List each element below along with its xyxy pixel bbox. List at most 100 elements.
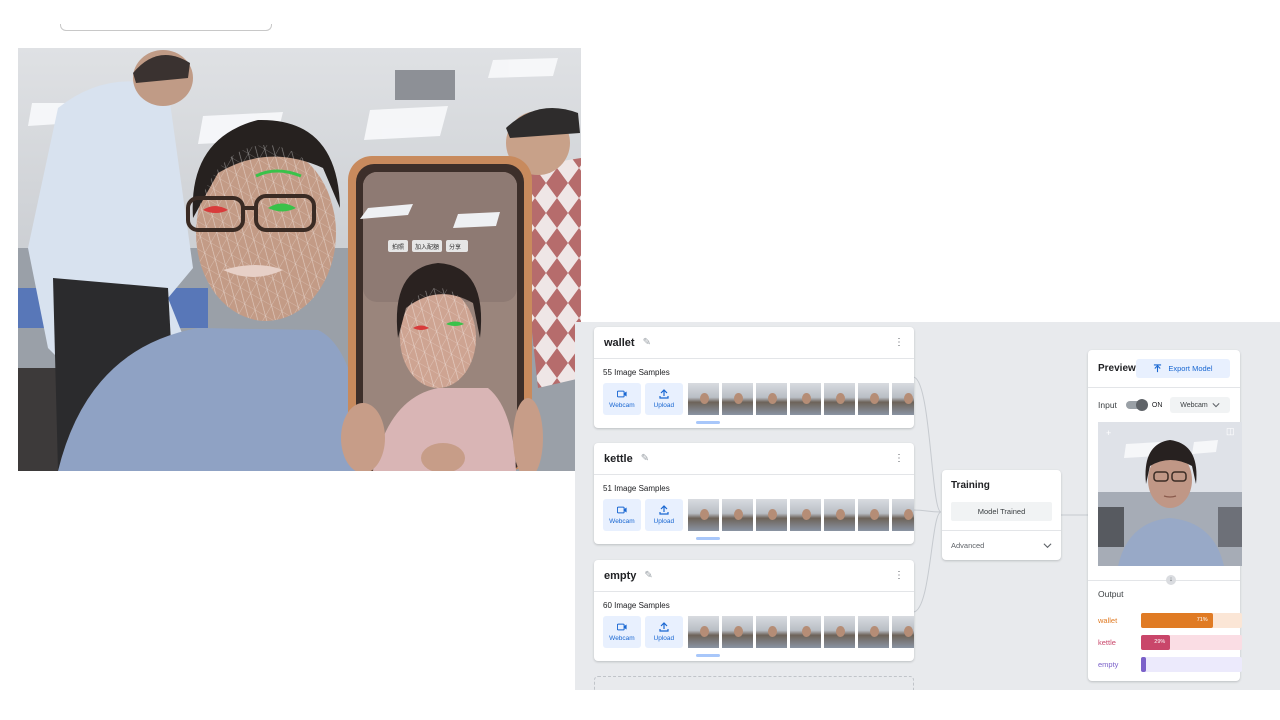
sample-thumbnail[interactable] [857,616,889,648]
output-label: kettle [1098,637,1116,647]
more-options-icon[interactable]: ⋮ [894,337,904,348]
output-label: empty [1098,659,1119,669]
sample-thumbnail[interactable] [755,616,787,648]
training-title: Training [951,480,990,491]
webcam-button[interactable]: Webcam [603,499,641,531]
webcam-label: Webcam [609,518,635,525]
preview-card: Preview Export Model Input ON Webcam + ◫… [1088,350,1242,681]
output-bar: 71% [1141,612,1213,628]
add-class-card[interactable] [594,676,914,690]
phone-label-3: 分享 [449,243,461,251]
thumbnail-scrollbar[interactable] [696,537,720,540]
sample-row: Webcam Upload [594,616,914,657]
sample-thumbnail[interactable] [789,616,821,648]
edit-pencil-icon[interactable]: ✎ [643,337,653,348]
sample-thumbnail[interactable] [721,616,753,648]
sample-thumbnail[interactable] [891,383,914,415]
output-bar [1141,656,1146,672]
output-percent: 29% [1154,639,1166,645]
preview-title: Preview [1098,363,1136,374]
class-card-kettle: kettle ✎ ⋮ 51 Image Samples Webcam Uploa… [594,443,914,544]
sample-count: 55 Image Samples [603,368,670,377]
webcam-frame-illustration [1098,422,1242,566]
class-header: wallet ✎ ⋮ [594,327,914,359]
upload-button[interactable]: Upload [644,499,683,531]
video-camera-icon [616,623,627,631]
output-row-empty: empty [1098,656,1242,672]
sample-thumbnail[interactable] [687,499,719,531]
train-model-button[interactable]: Model Trained [951,502,1052,521]
sample-thumbnail[interactable] [789,383,821,415]
upload-icon [659,505,669,515]
toggle-state: ON [1151,401,1163,409]
more-options-icon[interactable]: ⋮ [894,453,904,464]
webcam-label: Webcam [609,635,635,642]
export-label: Export Model [1168,364,1213,373]
advanced-toggle[interactable]: Advanced [942,530,1061,560]
upload-label: Upload [653,518,675,525]
class-name[interactable]: empty [604,570,636,582]
sample-thumbnail[interactable] [721,383,753,415]
teachable-machine-panel: wallet ✎ ⋮ 55 Image Samples Webcam Uploa… [575,322,1280,690]
advanced-label: Advanced [951,541,985,550]
output-title: Output [1098,589,1124,599]
top-rule [60,24,272,31]
input-source-value: Webcam [1180,401,1208,409]
output-percent: 71% [1196,617,1208,623]
sample-thumbnail[interactable] [823,499,855,531]
face-mesh-photo: 拍照 加入配額 分享 [18,48,581,471]
upload-button[interactable]: Upload [644,616,683,648]
sample-thumbnails[interactable] [687,616,914,652]
video-camera-icon [616,390,627,398]
upload-icon [659,622,669,632]
class-card-empty: empty ✎ ⋮ 60 Image Samples Webcam Upload [594,560,914,661]
sample-thumbnail[interactable] [755,499,787,531]
sample-thumbnails[interactable] [687,499,914,535]
sample-thumbnail[interactable] [789,499,821,531]
webcam-button[interactable]: Webcam [603,616,641,648]
upload-button[interactable]: Upload [644,383,683,415]
output-label: wallet [1098,615,1118,625]
capture-icon[interactable]: + [1106,428,1116,438]
output-track: 71% [1141,612,1242,628]
sample-thumbnail[interactable] [687,383,719,415]
class-name[interactable]: wallet [604,337,635,349]
sample-thumbnail[interactable] [891,499,914,531]
sample-thumbnail[interactable] [823,383,855,415]
input-toggle[interactable] [1125,399,1148,411]
sample-thumbnails[interactable] [687,383,914,419]
export-model-button[interactable]: Export Model [1135,359,1230,378]
upload-icon [659,389,669,399]
upload-label: Upload [653,402,675,409]
output-track: 29% [1141,634,1242,650]
output-row-wallet: wallet 71% [1098,612,1242,628]
input-source-select[interactable]: Webcam [1170,397,1230,413]
thumbnail-scrollbar[interactable] [696,421,720,424]
chevron-down-icon [1043,543,1052,549]
output-track [1141,656,1242,672]
sample-thumbnail[interactable] [823,616,855,648]
arrow-down-icon: ↓ [1166,575,1176,585]
more-options-icon[interactable]: ⋮ [894,570,904,581]
video-camera-icon [616,506,627,514]
sample-count: 60 Image Samples [603,601,670,610]
sample-thumbnail[interactable] [755,383,787,415]
sample-thumbnail[interactable] [721,499,753,531]
training-card: Training Model Trained Advanced [942,470,1061,560]
sample-row: Webcam Upload [594,383,914,424]
slide: 拍照 加入配額 分享 wallet ✎ ⋮ 55 Image Samples W… [0,0,1280,720]
input-label: Input [1098,400,1117,410]
flip-camera-icon[interactable]: ◫ [1226,426,1236,436]
sample-thumbnail[interactable] [857,383,889,415]
chevron-down-icon [1212,403,1220,408]
input-row: Input ON Webcam [1088,388,1240,422]
thumbnail-scrollbar[interactable] [696,654,720,657]
sample-thumbnail[interactable] [687,616,719,648]
class-header: empty ✎ ⋮ [594,560,914,592]
webcam-button[interactable]: Webcam [603,383,641,415]
class-name[interactable]: kettle [604,453,633,465]
edit-pencil-icon[interactable]: ✎ [644,570,654,581]
edit-pencil-icon[interactable]: ✎ [641,453,651,464]
sample-thumbnail[interactable] [891,616,914,648]
sample-thumbnail[interactable] [857,499,889,531]
